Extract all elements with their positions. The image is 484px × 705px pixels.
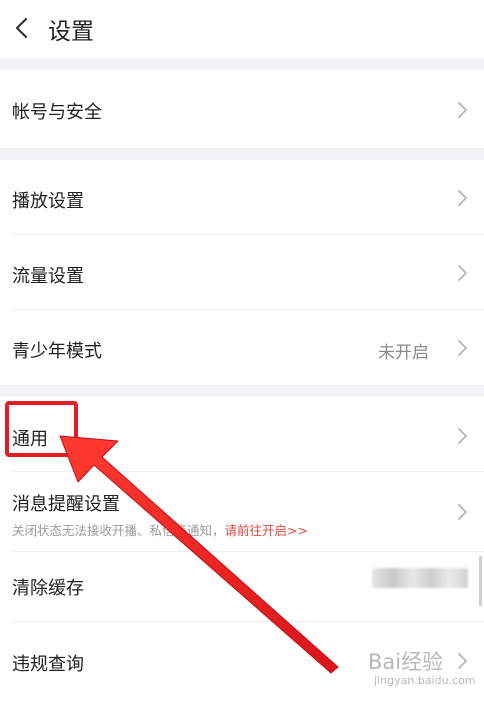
annotation-arrow <box>59 435 339 674</box>
annotation-arrow-shape <box>59 435 339 674</box>
